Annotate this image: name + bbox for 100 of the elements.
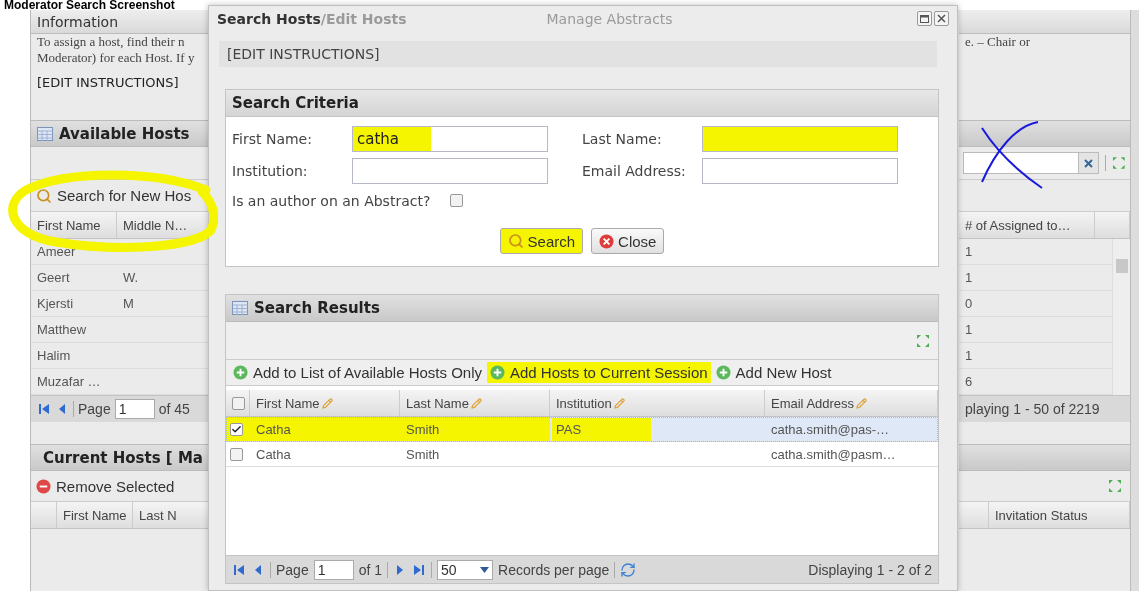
first-page-icon[interactable] — [37, 402, 51, 416]
table-cell-text: Muzafar … — [36, 373, 102, 391]
table-cell-text: Smith — [405, 445, 441, 464]
page-field[interactable]: 1 — [313, 559, 354, 580]
page-scrollbar[interactable] — [1131, 10, 1139, 591]
table-cell-text: catha.smith@pasm… — [770, 445, 897, 464]
table-cell: Smith — [400, 417, 550, 441]
remove-icon — [36, 478, 51, 494]
page-label: Page — [78, 401, 111, 417]
dialog-instructions: [EDIT INSTRUCTIONS] — [219, 41, 937, 67]
panel-title: Current Hosts [ Ma — [43, 448, 203, 467]
remove-selected-button[interactable]: Remove Selected — [33, 475, 178, 497]
text-field[interactable]: catha — [352, 126, 548, 152]
clear-button[interactable] — [1078, 153, 1099, 173]
select-all-checkbox[interactable] — [232, 396, 245, 410]
field-label: Last Name: — [582, 131, 663, 147]
table-cell-text: W. — [122, 269, 140, 287]
add-icon — [233, 365, 248, 380]
column-header[interactable]: Email Address — [765, 390, 938, 416]
maximize-icon — [920, 14, 929, 23]
toolbar-button[interactable]: Add to List of Available Hosts Only — [230, 362, 485, 383]
result-row[interactable]: Catha Smith catha.smith@pasm… — [226, 442, 938, 467]
text-field[interactable] — [702, 158, 898, 184]
records-per-page-label: Records per page — [498, 561, 610, 578]
table-cell-text: M — [122, 295, 135, 313]
page-size-select[interactable]: 50 — [437, 559, 494, 580]
table-cell-text: Geert — [36, 269, 71, 287]
table-cell-text: 1 — [964, 321, 974, 339]
refresh-icon[interactable] — [620, 561, 637, 578]
table-cell-text: Ameer — [36, 243, 77, 261]
paging-status: playing 1 - 50 of 2219 — [965, 401, 1100, 417]
result-row[interactable]: Catha Smith PAS catha.smith@pas-… — [226, 417, 938, 442]
close-icon — [599, 233, 615, 249]
page-heading: Moderator Search Screenshot — [3, 0, 176, 10]
first-page-icon[interactable] — [232, 562, 246, 577]
page-label: Page — [276, 561, 309, 578]
text-field[interactable] — [352, 158, 548, 184]
page-count: of 45 — [158, 401, 190, 417]
column-header[interactable]: Last Name — [400, 390, 550, 416]
caret-icon — [480, 566, 490, 573]
page-count: of 1 — [358, 561, 383, 578]
table-cell-text: 1 — [964, 269, 974, 287]
add-icon — [715, 365, 731, 380]
text-field[interactable] — [702, 126, 898, 152]
last-page-icon[interactable] — [412, 562, 427, 577]
search-button[interactable]: Search — [499, 228, 584, 254]
edit-icon — [321, 397, 333, 409]
instruction-text: To assign a host, find their n — [37, 34, 186, 50]
column-header[interactable]: First Name — [31, 212, 117, 238]
table-icon — [232, 301, 248, 315]
field-label: Is an author on an Abstract? — [232, 192, 432, 210]
search-new-host-button[interactable]: Search for New Hos — [33, 185, 195, 206]
panel-title: Available Hosts — [59, 124, 190, 143]
column-header[interactable]: Institution — [550, 390, 765, 416]
table-cell-text: Halim — [36, 347, 72, 365]
table-cell-text: 1 — [964, 347, 974, 365]
edit-instructions-text: [EDIT INSTRUCTIONS] — [37, 75, 180, 90]
scrollbar[interactable] — [1112, 239, 1130, 395]
table-cell-text: Matthew — [36, 321, 88, 339]
edit-icon — [613, 397, 625, 409]
field-label: Institution: — [232, 163, 309, 179]
dialog-title: Search Hosts — [217, 10, 321, 27]
table-cell-text: 1 — [964, 243, 974, 261]
table-icon — [37, 126, 53, 141]
field-label: First Name: — [232, 131, 313, 147]
column-header[interactable]: First Name — [250, 390, 400, 416]
close-icon — [1084, 158, 1094, 168]
expand-icon[interactable] — [1108, 479, 1122, 493]
close-button[interactable]: Close — [591, 228, 665, 254]
table-cell: Catha — [250, 417, 400, 441]
close-button[interactable] — [934, 11, 949, 26]
page-field[interactable]: 1 — [114, 399, 155, 419]
search-icon — [507, 233, 524, 249]
table-cell-text: 6 — [964, 373, 974, 391]
search-icon — [36, 187, 52, 204]
expand-icon[interactable] — [1112, 156, 1126, 170]
table-cell: PAS — [552, 417, 652, 441]
edit-icon — [856, 397, 868, 409]
add-icon — [490, 365, 505, 380]
table-cell-text: catha.smith@pas-… — [770, 420, 890, 439]
paging-status: Displaying 1 - 2 of 2 — [808, 561, 932, 578]
table-cell-text: Catha — [255, 445, 292, 464]
row-checkbox[interactable] — [230, 447, 243, 461]
field-label: Email Address: — [582, 163, 687, 179]
column-header[interactable]: First Name — [57, 502, 133, 528]
panel-title: Search Results — [254, 299, 380, 317]
row-checkbox[interactable] — [230, 422, 243, 436]
section-title: Search Criteria — [232, 94, 359, 112]
instruction-text: Moderator) for each Host. If y — [37, 50, 196, 66]
instruction-text: e. – Chair or — [965, 34, 1031, 50]
filter-field[interactable] — [963, 152, 1100, 174]
expand-icon[interactable] — [916, 333, 930, 348]
author-checkbox[interactable] — [450, 194, 463, 207]
toolbar-button[interactable]: Add Hosts to Current Session — [487, 362, 711, 383]
close-icon — [937, 14, 946, 23]
toolbar-button[interactable]: Add New Host — [712, 362, 835, 383]
maximize-button[interactable] — [917, 11, 932, 26]
table-cell-text: Kjersti — [36, 295, 75, 313]
edit-icon — [470, 397, 482, 409]
table-cell-text: 0 — [964, 295, 974, 313]
